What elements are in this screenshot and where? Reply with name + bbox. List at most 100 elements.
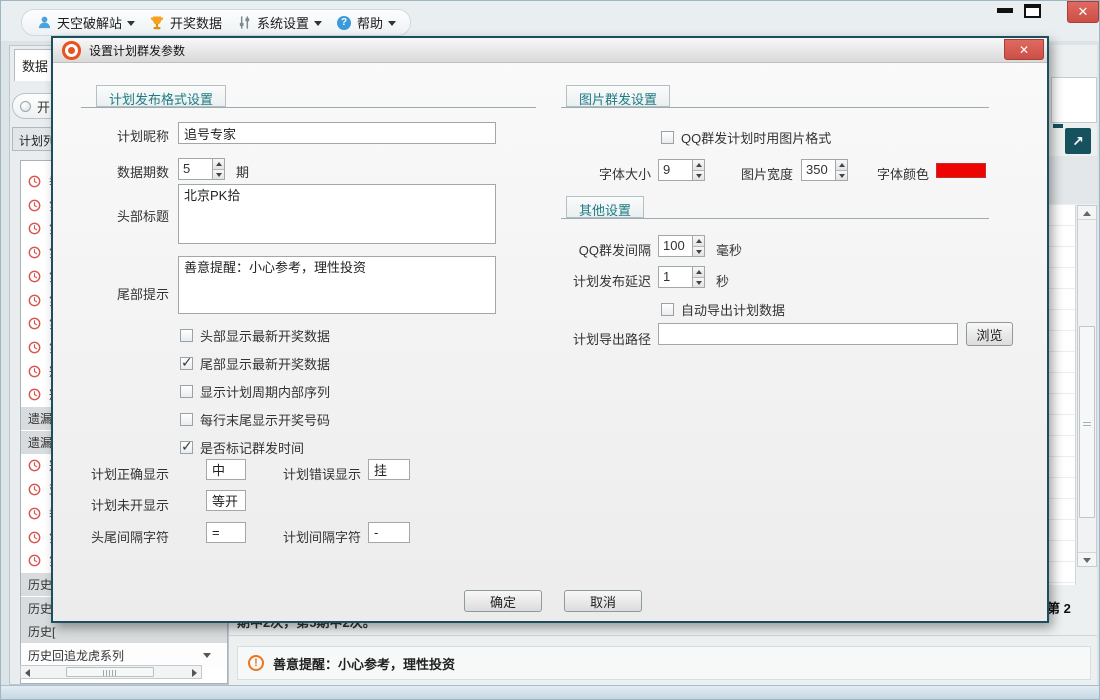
- sliders-icon: [236, 15, 252, 31]
- head-title-textarea[interactable]: 北京PK拾: [178, 184, 496, 244]
- correct-display-label: 计划正确显示: [77, 464, 169, 483]
- menu-lottery-data[interactable]: 开奖数据: [149, 13, 222, 32]
- list-item[interactable]: 历史[: [21, 620, 227, 643]
- scroll-down-button[interactable]: [1078, 552, 1096, 566]
- font-size-value[interactable]: 9: [658, 159, 692, 181]
- page-indicator: 第 2: [1047, 598, 1071, 617]
- periods-spinner[interactable]: 5: [178, 158, 225, 180]
- head-title-label: 头部标题: [91, 206, 169, 225]
- app-window: 天空破解站 开奖数据 系统设置 帮助: [0, 0, 1100, 700]
- tail-tip-textarea[interactable]: 善意提醒：小心参考，理性投资: [178, 256, 496, 314]
- minimize-button[interactable]: [997, 8, 1013, 13]
- checkbox-row[interactable]: 显示计划周期内部序列: [180, 382, 330, 401]
- checkbox[interactable]: [661, 131, 674, 144]
- checkbox[interactable]: [180, 357, 193, 370]
- checkbox[interactable]: [180, 385, 193, 398]
- image-width-spinner[interactable]: 350: [801, 159, 848, 181]
- spinner-down-button[interactable]: [693, 171, 704, 181]
- scroll-up-button[interactable]: [1078, 206, 1096, 220]
- headtail-sep-input[interactable]: [206, 522, 246, 543]
- font-size-spinner[interactable]: 9: [658, 159, 705, 181]
- checkbox[interactable]: [180, 413, 193, 426]
- scroll-left-button[interactable]: [25, 669, 30, 677]
- spinner-up-button[interactable]: [693, 236, 704, 247]
- cancel-button[interactable]: 取消: [564, 590, 642, 612]
- checkbox-row[interactable]: 尾部显示最新开奖数据: [180, 354, 330, 373]
- clock-icon: [28, 483, 42, 497]
- clock-icon: [28, 459, 42, 473]
- browse-button[interactable]: 浏览: [966, 322, 1013, 346]
- periods-unit: 期: [236, 162, 249, 181]
- menu-label: 帮助: [357, 13, 383, 32]
- checkbox-row[interactable]: 头部显示最新开奖数据: [180, 326, 330, 345]
- list-item[interactable]: 历史回追龙虎系列: [21, 644, 227, 667]
- menu-help[interactable]: 帮助: [336, 13, 396, 32]
- menu-label: 天空破解站: [57, 13, 122, 32]
- spinner-up-button[interactable]: [213, 159, 224, 170]
- correct-display-input[interactable]: [206, 459, 246, 480]
- spinner-down-button[interactable]: [693, 278, 704, 288]
- delay-value[interactable]: 1: [658, 266, 692, 288]
- menu-label: 开奖数据: [170, 13, 222, 32]
- section-header-image: 图片群发设置: [566, 85, 670, 107]
- nickname-input[interactable]: [178, 122, 496, 144]
- qq-interval-unit: 毫秒: [716, 240, 742, 259]
- checkbox-label: 每行末尾显示开奖号码: [200, 410, 330, 429]
- scroll-right-button[interactable]: [192, 669, 197, 677]
- clock-icon: [28, 269, 42, 283]
- dialog-close-button[interactable]: [1004, 39, 1044, 60]
- checkbox[interactable]: [180, 329, 193, 342]
- clock-icon: [28, 388, 42, 402]
- plan-sep-label: 计划间隔字符: [281, 527, 361, 546]
- checkbox-label: 自动导出计划数据: [681, 300, 785, 319]
- tab-data[interactable]: 数据: [14, 49, 54, 81]
- error-display-label: 计划错误显示: [281, 464, 361, 483]
- clock-icon: [28, 554, 42, 568]
- spinner-up-button[interactable]: [693, 267, 704, 278]
- periods-value[interactable]: 5: [178, 158, 212, 180]
- headtail-sep-label: 头尾间隔字符: [77, 527, 169, 546]
- checkbox-row[interactable]: QQ群发计划时用图片格式: [661, 128, 831, 147]
- horizontal-scrollbar[interactable]: [20, 665, 202, 679]
- pending-display-input[interactable]: [206, 490, 246, 511]
- clock-icon: [28, 530, 42, 544]
- menubar: 天空破解站 开奖数据 系统设置 帮助: [21, 9, 411, 36]
- vertical-scrollbar[interactable]: [1077, 205, 1097, 567]
- clock-icon: [28, 364, 42, 378]
- qq-interval-spinner[interactable]: 100: [658, 235, 705, 257]
- scrollbar-thumb[interactable]: [1079, 326, 1095, 518]
- checkbox-label: QQ群发计划时用图片格式: [681, 128, 831, 147]
- image-width-value[interactable]: 350: [801, 159, 835, 181]
- clock-icon: [28, 222, 42, 236]
- checkbox-row[interactable]: 每行末尾显示开奖号码: [180, 410, 330, 429]
- section-header-other: 其他设置: [566, 196, 644, 218]
- scrollbar-thumb[interactable]: [66, 667, 154, 677]
- warning-icon: [248, 655, 264, 671]
- divider: [229, 635, 1097, 636]
- checkbox-row[interactable]: 是否标记群发时间: [180, 438, 304, 457]
- font-color-swatch[interactable]: [936, 163, 986, 178]
- export-path-label: 计划导出路径: [568, 329, 651, 348]
- ok-button[interactable]: 确定: [464, 590, 542, 612]
- close-button[interactable]: [1067, 1, 1099, 23]
- spinner-down-button[interactable]: [213, 170, 224, 180]
- checkbox[interactable]: [661, 303, 674, 316]
- spinner-down-button[interactable]: [693, 247, 704, 257]
- pending-display-label: 计划未开显示: [77, 495, 169, 514]
- maximize-button[interactable]: [1024, 4, 1041, 18]
- chevron-down-icon: [314, 21, 322, 26]
- checkbox[interactable]: [180, 441, 193, 454]
- delay-spinner[interactable]: 1: [658, 266, 705, 288]
- spinner-up-button[interactable]: [693, 160, 704, 171]
- plan-sep-input[interactable]: [368, 522, 410, 543]
- menu-system-settings[interactable]: 系统设置: [236, 13, 322, 32]
- qq-interval-value[interactable]: 100: [658, 235, 692, 257]
- clock-icon: [28, 246, 42, 260]
- menu-site[interactable]: 天空破解站: [36, 13, 135, 32]
- error-display-input[interactable]: [368, 459, 410, 480]
- checkbox-row[interactable]: 自动导出计划数据: [661, 300, 785, 319]
- radio-icon: [20, 101, 31, 112]
- export-path-input[interactable]: [658, 323, 958, 345]
- filter-pill-label: 开: [37, 97, 50, 116]
- expand-icon[interactable]: [1065, 128, 1091, 154]
